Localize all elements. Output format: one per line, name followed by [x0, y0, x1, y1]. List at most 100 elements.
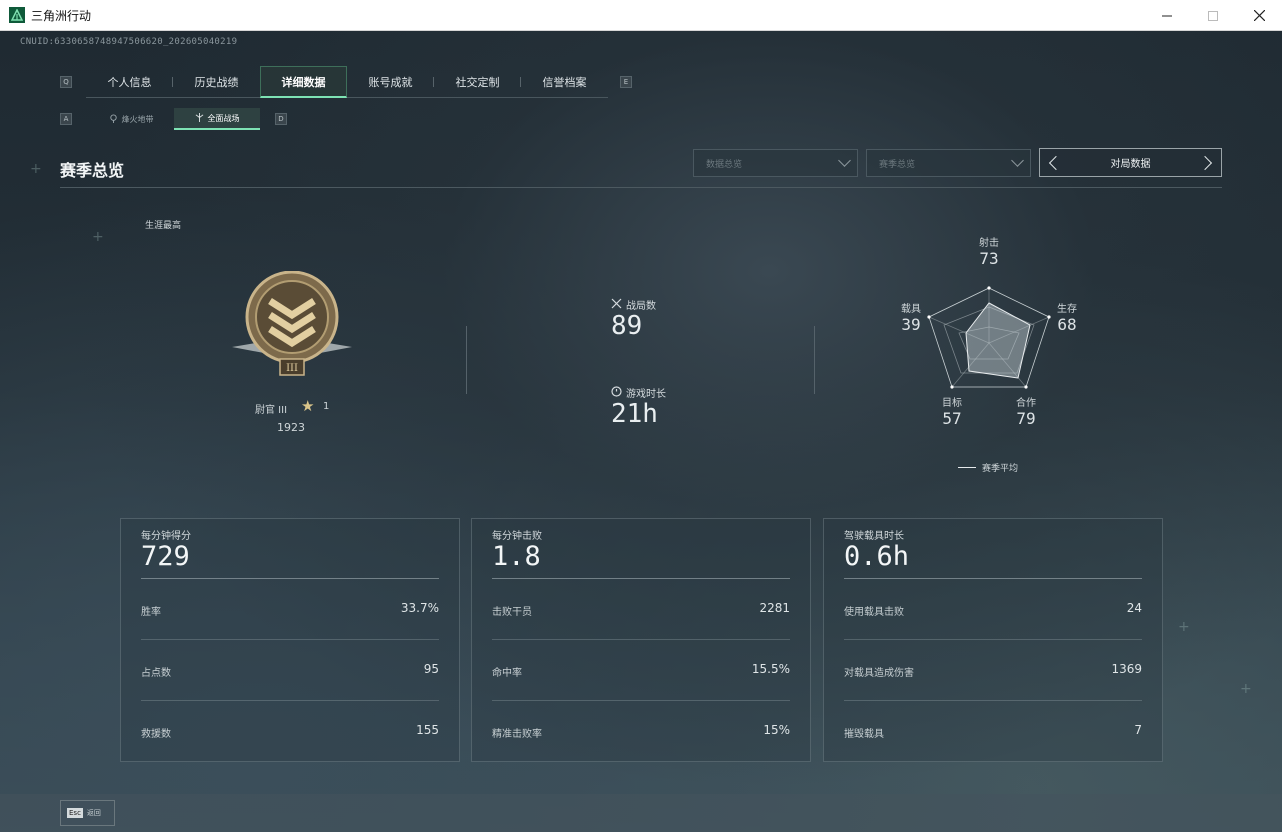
stat-row-label: 对载具造成伤害: [844, 668, 914, 679]
tab-label: 历史战绩: [194, 76, 239, 89]
uid-text: CNUID:6330658748947506620_202605040219: [20, 37, 238, 47]
radar-label-objective: 目标: [942, 398, 962, 409]
back-button[interactable]: Esc 返回: [60, 800, 115, 826]
match-data-stepper: 对局数据: [1039, 148, 1222, 177]
card-title: 每分钟击败: [492, 531, 542, 542]
stat-row: 击败干员 2281: [492, 579, 790, 640]
radar-label-teamwork: 合作: [1016, 398, 1036, 409]
maximize-icon[interactable]: [1190, 0, 1236, 31]
radar-chart: [927, 286, 1051, 389]
tab-label: 详细数据: [281, 75, 326, 89]
stat-row-label: 使用载具击败: [844, 607, 904, 618]
card-value: 1.8: [492, 541, 541, 572]
card-value: 0.6h: [844, 541, 910, 572]
tab-label: 社交定制: [455, 76, 500, 89]
clock-icon: [611, 385, 622, 400]
minimize-icon[interactable]: [1144, 0, 1190, 31]
section-divider: [60, 187, 1222, 188]
rank-name: 尉官 III: [255, 405, 288, 416]
career-best-label: 生涯最高: [145, 221, 182, 231]
stat-row: 对载具造成伤害 1369: [844, 640, 1142, 701]
dropdown-value: 赛季总览: [879, 159, 916, 170]
tab-achievements[interactable]: 账号成就: [347, 66, 434, 98]
next-tab-key-hint: E: [620, 76, 632, 88]
stat-row: 救援数 155: [141, 701, 439, 762]
tab-social[interactable]: 社交定制: [434, 66, 521, 98]
score-per-minute-card: 每分钟得分 729 胜率 33.7% 占点数 95 救援数 155: [120, 518, 460, 762]
esc-key-hint: Esc: [67, 808, 83, 818]
back-label: 返回: [86, 809, 101, 817]
chevron-left-icon[interactable]: [1048, 155, 1064, 170]
stat-row: 精准击败率 15%: [492, 701, 790, 762]
divider: [466, 326, 467, 394]
radar-label-survival: 生存: [1057, 304, 1077, 315]
stat-row: 胜率 33.7%: [141, 579, 439, 640]
stat-row-label: 胜率: [141, 607, 161, 618]
radar-value-teamwork: 79: [1016, 409, 1036, 428]
radar-value-vehicle: 39: [901, 315, 921, 334]
stat-row: 占点数 95: [141, 640, 439, 701]
next-subtab-key-hint: D: [275, 113, 287, 125]
subtab-label: 烽火地带: [121, 114, 154, 124]
bottom-bar: Esc 返回: [0, 794, 1282, 832]
divider: [814, 326, 815, 394]
stat-row-value: 24: [1126, 601, 1142, 615]
star-icon: ★: [301, 397, 315, 415]
battlefield-icon: [195, 112, 204, 124]
legend-swatch: [958, 466, 976, 469]
rank-badge-icon: III: [228, 270, 356, 387]
playtime-value: 21h: [611, 399, 658, 429]
stat-row-value: 95: [423, 662, 439, 676]
tab-hazard-zone[interactable]: 烽火地带: [88, 108, 174, 130]
chevron-right-icon[interactable]: [1197, 155, 1213, 170]
tab-full-battlefield[interactable]: 全面战场: [174, 108, 260, 130]
radar-value-objective: 57: [942, 409, 962, 428]
card-title: 驾驶载具时长: [844, 531, 904, 542]
subtab-label: 全面战场: [207, 113, 240, 123]
stat-row-value: 2281: [759, 601, 790, 615]
stat-row-label: 摧毁载具: [844, 729, 884, 740]
playtime-label: 游戏时长: [611, 385, 666, 400]
tab-label: 个人信息: [107, 76, 152, 89]
stat-row-label: 击败干员: [492, 607, 532, 618]
close-icon[interactable]: [1236, 0, 1282, 31]
radar-legend: 赛季平均: [958, 461, 1018, 474]
crosshair-icon: +: [30, 161, 42, 177]
season-dropdown[interactable]: 赛季总览: [866, 149, 1031, 177]
playtime-label-text: 游戏时长: [626, 389, 666, 400]
tab-detailed-data[interactable]: 详细数据: [260, 66, 347, 98]
rank-star-count: 1: [323, 401, 330, 412]
tab-personal-info[interactable]: 个人信息: [86, 66, 173, 98]
stat-row: 使用载具击败 24: [844, 579, 1142, 640]
radar-value-shooting: 73: [979, 249, 999, 268]
crossed-swords-icon: [611, 298, 622, 312]
window-title: 三角洲行动: [31, 8, 92, 23]
card-value: 729: [141, 541, 190, 572]
rank-points: 1923: [277, 421, 305, 434]
prev-subtab-key-hint: A: [60, 113, 72, 125]
main-tabs: 个人信息 历史战绩 详细数据 账号成就 社交定制 信誉档案: [86, 66, 608, 98]
chevron-down-icon: [838, 154, 851, 167]
stat-row-label: 救援数: [141, 729, 171, 740]
radar-label-vehicle: 载具: [901, 304, 921, 315]
card-title: 每分钟得分: [141, 531, 191, 542]
dropdown-value: 数据总览: [706, 159, 743, 170]
prev-tab-key-hint: Q: [60, 76, 72, 88]
stat-row-value: 15.5%: [751, 662, 790, 676]
game-screen: CNUID:6330658748947506620_202605040219 +…: [0, 31, 1282, 832]
crosshair-icon: +: [1178, 619, 1190, 635]
tab-history[interactable]: 历史战绩: [173, 66, 260, 98]
tab-reputation[interactable]: 信誉档案: [521, 66, 608, 98]
matches-label: 战局数: [611, 297, 656, 312]
landmark-icon: [109, 113, 118, 125]
stat-row: 命中率 15.5%: [492, 640, 790, 701]
vehicle-time-card: 驾驶载具时长 0.6h 使用载具击败 24 对载具造成伤害 1369 摧毁载具 …: [823, 518, 1163, 762]
svg-text:III: III: [286, 363, 298, 374]
tab-label: 信誉档案: [542, 76, 587, 89]
legend-label: 赛季平均: [982, 464, 1019, 474]
matches-label-text: 战局数: [626, 301, 656, 312]
stat-row-value: 1369: [1111, 662, 1142, 676]
data-overview-dropdown[interactable]: 数据总览: [693, 149, 858, 177]
stat-row-value: 15%: [763, 723, 790, 737]
kills-per-minute-card: 每分钟击败 1.8 击败干员 2281 命中率 15.5% 精准击败率 15%: [471, 518, 811, 762]
